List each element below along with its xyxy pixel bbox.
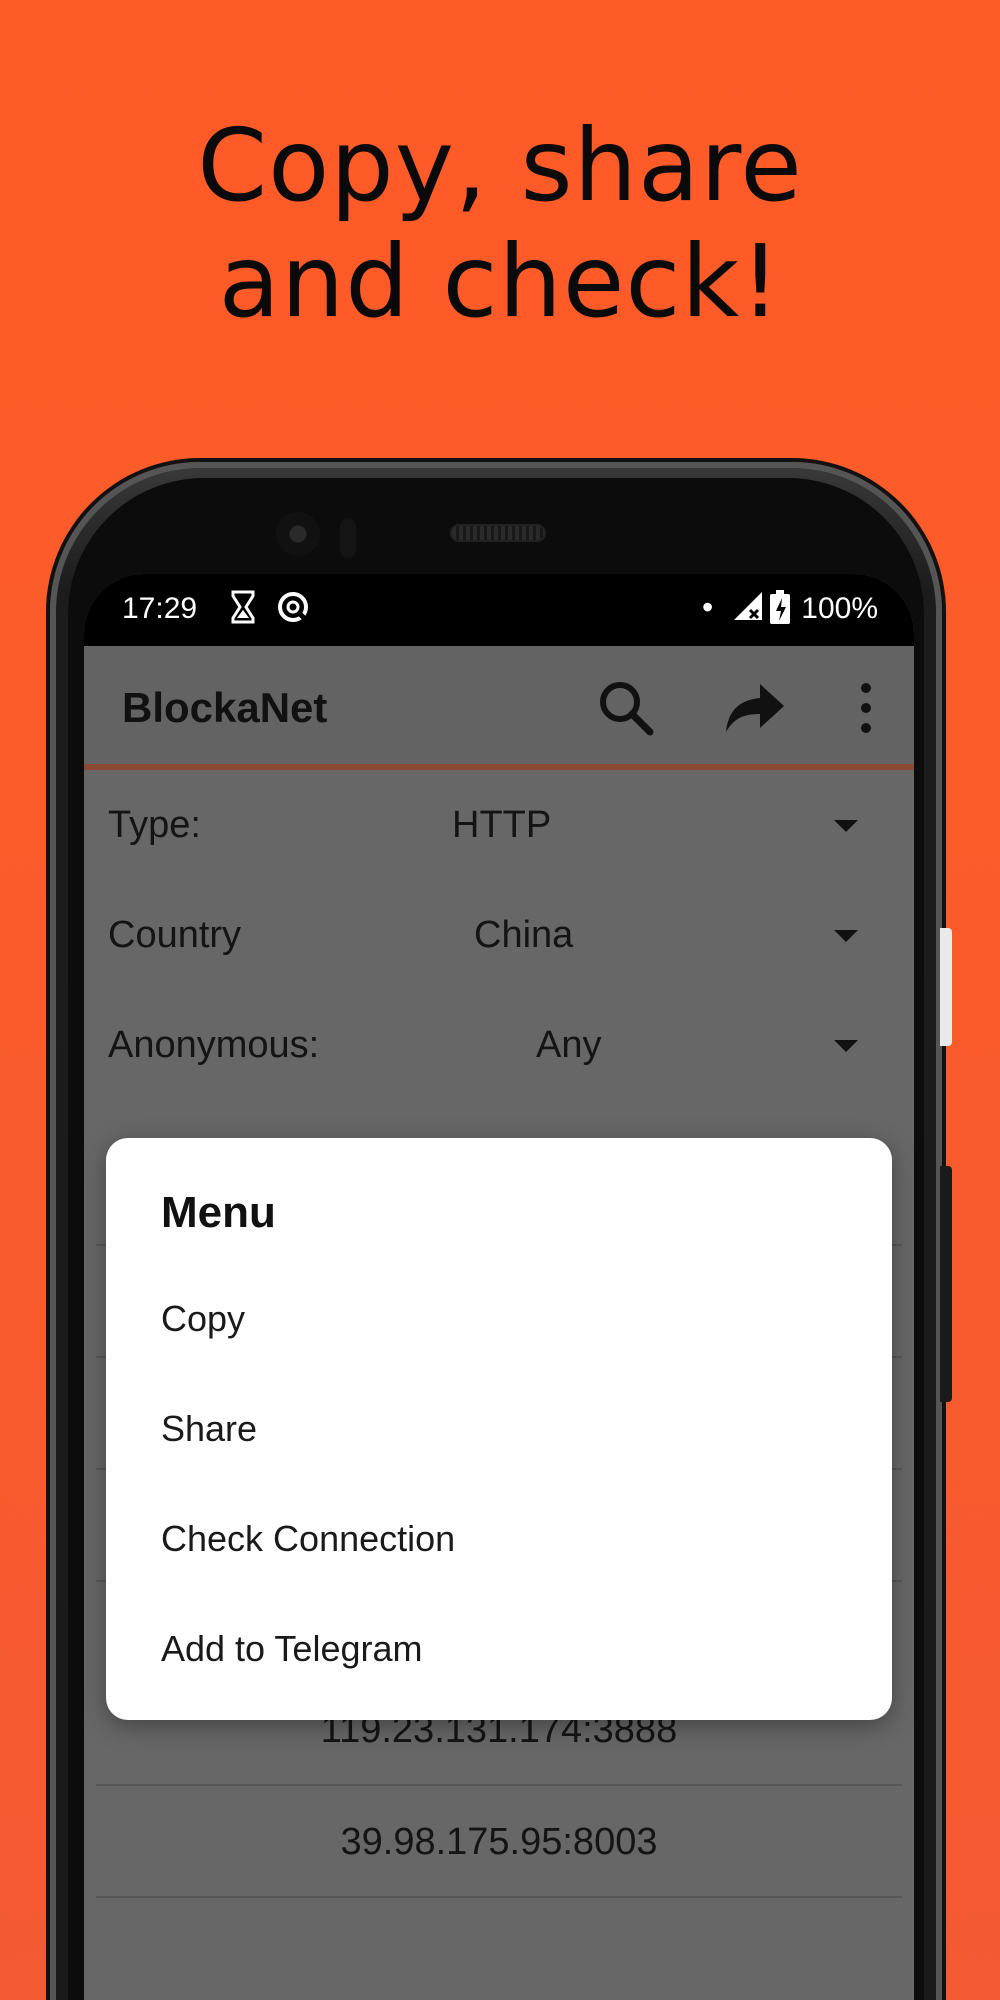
- filter-anonymous-value[interactable]: Any: [536, 1024, 601, 1067]
- filter-country[interactable]: Country China: [84, 880, 914, 990]
- hourglass-icon: [230, 590, 256, 632]
- battery-percent: 100%: [801, 592, 878, 625]
- proximity-sensor: [340, 518, 356, 558]
- filter-type[interactable]: Type: HTTP: [84, 770, 914, 880]
- app-title: BlockaNet: [122, 684, 328, 731]
- earpiece-speaker: [450, 524, 546, 542]
- dropdown-caret-icon[interactable]: [834, 820, 858, 832]
- headline-line-2: and check!: [218, 223, 782, 340]
- filter-anonymous[interactable]: Anonymous: Any: [84, 990, 914, 1100]
- sync-icon: [276, 590, 310, 632]
- headline: Copy, share and check!: [0, 108, 1000, 340]
- filter-country-label: Country: [108, 914, 242, 956]
- phone-side-button: [940, 928, 952, 1046]
- filter-type-value[interactable]: HTTP: [452, 804, 551, 847]
- menu-item-share[interactable]: Share: [161, 1408, 257, 1450]
- more-vert-icon[interactable]: [834, 676, 898, 740]
- app-bar: BlockaNet: [84, 646, 914, 770]
- dropdown-caret-icon[interactable]: [834, 930, 858, 942]
- filter-anonymous-label: Anonymous:: [108, 1024, 320, 1066]
- headline-line-1: Copy, share: [197, 107, 803, 224]
- front-camera: [276, 512, 320, 556]
- menu-dialog: Menu Copy Share Check Connection Add to …: [106, 1138, 892, 1720]
- dropdown-caret-icon[interactable]: [834, 1040, 858, 1052]
- filter-type-label: Type:: [108, 804, 201, 846]
- battery-icon: [770, 590, 790, 632]
- menu-item-copy[interactable]: Copy: [161, 1298, 245, 1340]
- menu-item-check-connection[interactable]: Check Connection: [161, 1518, 455, 1560]
- phone-volume-button: [940, 1166, 952, 1402]
- share-icon[interactable]: [724, 676, 788, 740]
- status-bar: 17:29 • 100%: [84, 574, 914, 646]
- search-icon[interactable]: [594, 676, 658, 740]
- notification-dot: •: [702, 589, 714, 625]
- signal-icon: [732, 590, 764, 630]
- menu-title: Menu: [161, 1188, 276, 1237]
- status-time: 17:29: [122, 592, 198, 625]
- filter-country-value[interactable]: China: [474, 914, 573, 957]
- menu-item-add-to-telegram[interactable]: Add to Telegram: [161, 1628, 423, 1670]
- proxy-item[interactable]: 39.98.175.95:8003: [96, 1786, 902, 1898]
